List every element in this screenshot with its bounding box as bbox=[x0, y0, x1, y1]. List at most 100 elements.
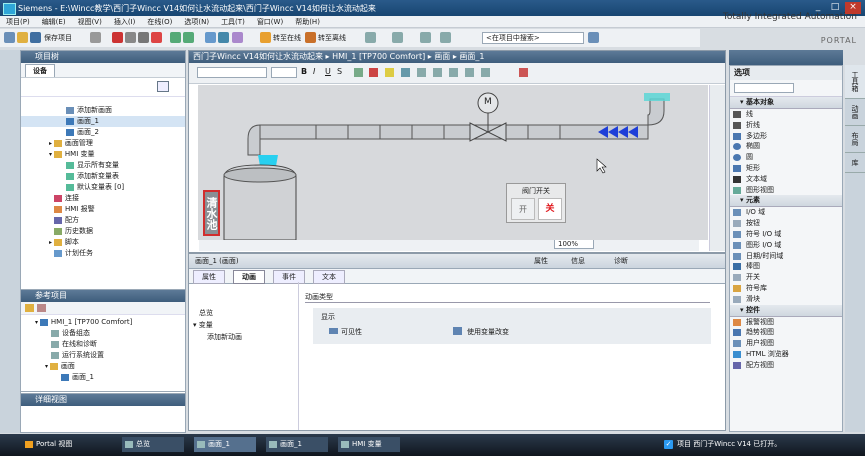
valve-open-button[interactable]: 开 bbox=[511, 198, 535, 220]
menu-window[interactable]: 窗口(W) bbox=[251, 16, 289, 28]
visibility-animation[interactable]: 可见性 bbox=[341, 327, 362, 337]
task-hmi-tags[interactable]: HMI 变量 bbox=[338, 437, 400, 452]
cut-icon[interactable] bbox=[112, 32, 123, 43]
tree-item[interactable]: ▸ 画面管理 bbox=[21, 138, 185, 149]
bring-to-front-icon[interactable] bbox=[417, 68, 426, 77]
reference-item[interactable]: ▾ HMI_1 [TP700 Comfort] bbox=[21, 317, 185, 328]
devices-tab[interactable]: 设备 bbox=[25, 64, 55, 77]
tool-polyline[interactable]: 折线 bbox=[730, 120, 842, 131]
menu-help[interactable]: 帮助(H) bbox=[289, 16, 326, 28]
fill-color-icon[interactable] bbox=[385, 68, 394, 77]
download-icon[interactable] bbox=[218, 32, 229, 43]
underline-icon[interactable]: U bbox=[325, 67, 331, 76]
strikethrough-icon[interactable]: S bbox=[337, 67, 342, 76]
portal-view-button[interactable]: Portal 视图 bbox=[22, 437, 102, 452]
tool-graphic-view[interactable]: 图形视图 bbox=[730, 185, 842, 196]
tool-alarm-view[interactable]: 报警视图 bbox=[730, 317, 842, 328]
hmi-canvas[interactable]: 清水池 M 阀门开关 开 关 bbox=[198, 85, 708, 240]
project-search-input[interactable]: <在项目中搜索> bbox=[482, 32, 584, 44]
layer-icon[interactable] bbox=[519, 68, 528, 77]
tool-graphic-io[interactable]: 图形 I/O 域 bbox=[730, 240, 842, 251]
section-controls[interactable]: ▾ 控件 bbox=[730, 304, 842, 317]
reference-item[interactable]: 在线和诊断 bbox=[21, 339, 185, 350]
delete-icon[interactable] bbox=[151, 32, 162, 43]
tool-date-time[interactable]: 日期/时间域 bbox=[730, 251, 842, 262]
tool-text-field[interactable]: 文本域 bbox=[730, 174, 842, 185]
vtab-layout[interactable]: 布局 bbox=[845, 126, 865, 153]
tree-item[interactable]: HMI 报警 bbox=[21, 204, 185, 215]
project-tree-tab-strip[interactable] bbox=[0, 50, 20, 433]
menu-view[interactable]: 视图(V) bbox=[72, 16, 108, 28]
align-left-icon[interactable] bbox=[465, 68, 474, 77]
go-online-icon[interactable] bbox=[260, 32, 271, 43]
tool-button[interactable]: 按钮 bbox=[730, 218, 842, 229]
tree-item[interactable]: 连接 bbox=[21, 193, 185, 204]
tool-io-field[interactable]: I/O 域 bbox=[730, 207, 842, 218]
group-icon[interactable] bbox=[449, 68, 458, 77]
tool-slider[interactable]: 滑块 bbox=[730, 294, 842, 305]
copy-icon[interactable] bbox=[125, 32, 136, 43]
tree-item[interactable]: 添加新画面 bbox=[21, 105, 185, 116]
vtab-toolbox[interactable]: 工具箱 bbox=[845, 65, 865, 99]
tree-item[interactable]: ▾ HMI 变量 bbox=[21, 149, 185, 160]
reference-item[interactable]: 运行系统设置 bbox=[21, 350, 185, 361]
tree-view-toggle-icon[interactable] bbox=[157, 81, 169, 92]
font-family-select[interactable] bbox=[197, 67, 267, 78]
tree-item[interactable]: 默认变量表 [0] bbox=[21, 182, 185, 193]
tree-item[interactable]: 画面_2 bbox=[21, 127, 185, 138]
tool-user-view[interactable]: 用户视图 bbox=[730, 338, 842, 349]
paste-icon[interactable] bbox=[138, 32, 149, 43]
tool-ellipse[interactable]: 椭圆 bbox=[730, 141, 842, 152]
valve-close-button[interactable]: 关 bbox=[538, 198, 562, 220]
reference-item[interactable]: 画面_1 bbox=[21, 372, 185, 383]
tree-item[interactable]: ▸ 脚本 bbox=[21, 237, 185, 248]
search-icon[interactable] bbox=[588, 32, 599, 43]
bold-icon[interactable]: B bbox=[301, 67, 307, 76]
go-offline-icon[interactable] bbox=[305, 32, 316, 43]
accessible-devices-icon[interactable] bbox=[365, 32, 376, 43]
tool-rectangle[interactable]: 矩形 bbox=[730, 163, 842, 174]
vtab-libraries[interactable]: 库 bbox=[845, 153, 865, 173]
distribute-icon[interactable] bbox=[481, 68, 490, 77]
tool-trend-view[interactable]: 趋势视图 bbox=[730, 327, 842, 338]
inspector-tab-info[interactable]: 信息 bbox=[571, 256, 585, 266]
reference-item[interactable]: ▾ 画面 bbox=[21, 361, 185, 372]
redo-icon[interactable] bbox=[183, 32, 194, 43]
tool-circle[interactable]: 圆 bbox=[730, 152, 842, 163]
menu-options[interactable]: 选项(N) bbox=[178, 16, 215, 28]
section-basic-objects[interactable]: ▾ 基本对象 bbox=[730, 97, 842, 109]
close-reference-icon[interactable] bbox=[37, 304, 46, 312]
anim-tree-tags[interactable]: ▾ 变量 bbox=[193, 320, 213, 330]
split-editor-icon[interactable] bbox=[420, 32, 431, 43]
open-project-icon[interactable] bbox=[17, 32, 28, 43]
tool-bar[interactable]: 棒图 bbox=[730, 261, 842, 272]
reference-item[interactable]: 设备组态 bbox=[21, 328, 185, 339]
save-icon[interactable] bbox=[30, 32, 41, 43]
tab-texts[interactable]: 文本 bbox=[313, 270, 345, 284]
tree-item[interactable]: 计划任务 bbox=[21, 248, 185, 259]
compile-icon[interactable] bbox=[205, 32, 216, 43]
tool-recipe-view[interactable]: 配方视图 bbox=[730, 360, 842, 371]
send-to-back-icon[interactable] bbox=[433, 68, 442, 77]
tool-switch[interactable]: 开关 bbox=[730, 272, 842, 283]
tool-html-browser[interactable]: HTML 浏览器 bbox=[730, 349, 842, 360]
menu-edit[interactable]: 编辑(E) bbox=[36, 16, 72, 28]
vertical-scrollbar[interactable] bbox=[709, 85, 725, 251]
font-size-select[interactable] bbox=[271, 67, 297, 78]
inspector-tab-diagnostics[interactable]: 诊断 bbox=[614, 256, 628, 266]
tree-item[interactable]: 添加新变量表 bbox=[21, 171, 185, 182]
menu-project[interactable]: 项目(P) bbox=[0, 16, 36, 28]
new-project-icon[interactable] bbox=[4, 32, 15, 43]
simulate-icon[interactable] bbox=[232, 32, 243, 43]
tree-item[interactable]: 历史数据 bbox=[21, 226, 185, 237]
tree-item[interactable]: 配方 bbox=[21, 215, 185, 226]
tool-symbol-library[interactable]: 符号库 bbox=[730, 283, 842, 294]
font-color-icon[interactable] bbox=[369, 68, 378, 77]
align-icon[interactable] bbox=[354, 68, 363, 77]
tool-polygon[interactable]: 多边形 bbox=[730, 131, 842, 142]
task-screen-1b[interactable]: 画面_1 bbox=[266, 437, 328, 452]
anim-tree-add-new[interactable]: 添加新动画 bbox=[207, 332, 242, 342]
toolbox-view-select[interactable] bbox=[734, 83, 794, 93]
line-style-icon[interactable] bbox=[401, 68, 410, 77]
cross-reference-icon[interactable] bbox=[392, 32, 403, 43]
